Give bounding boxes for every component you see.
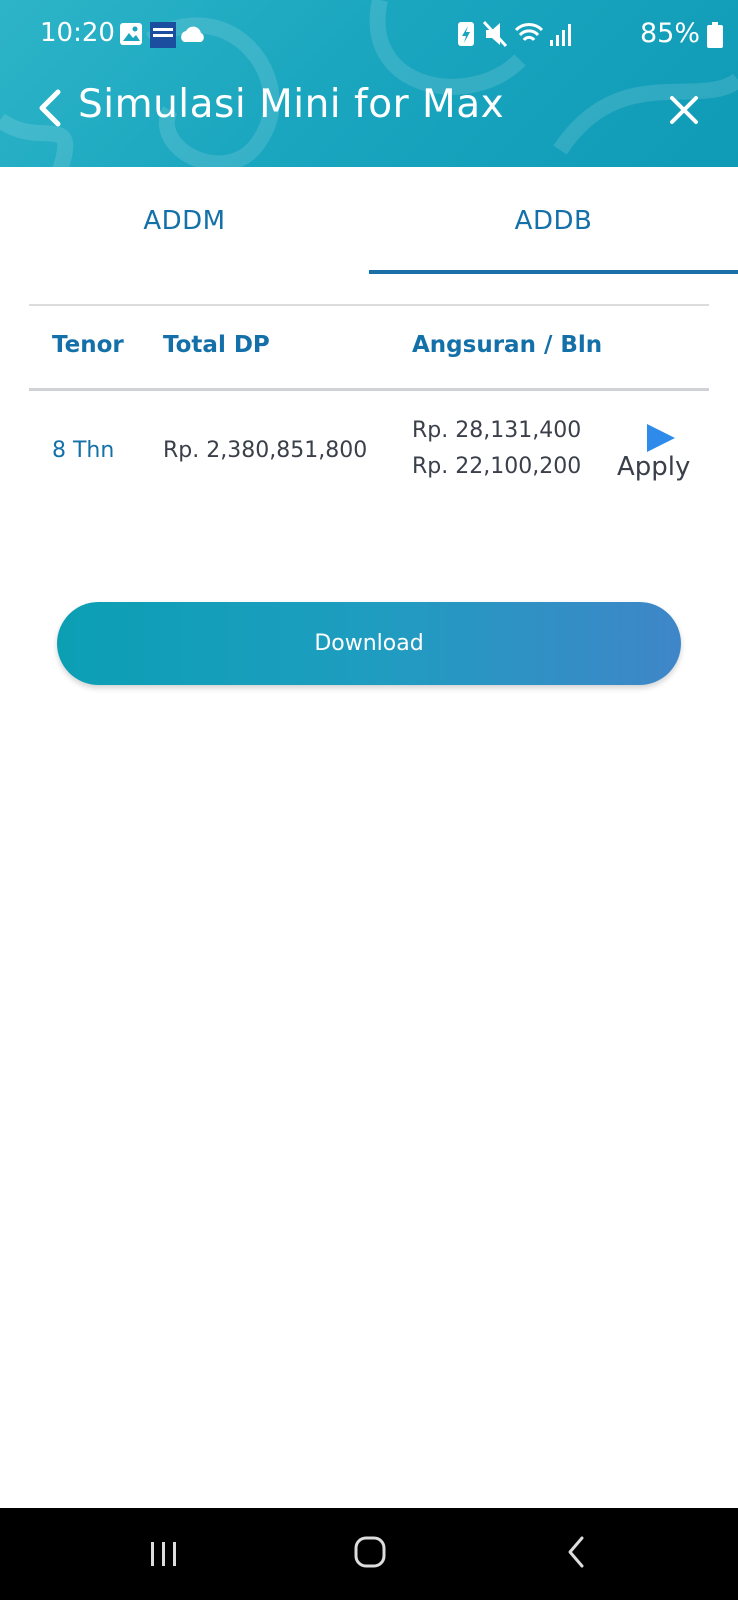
play-icon: [647, 424, 675, 452]
table-divider-top: [29, 304, 709, 306]
status-time: 10:20: [40, 18, 115, 48]
header-total-dp: Total DP: [163, 332, 270, 358]
cell-angsuran-1: Rp. 28,131,400: [412, 418, 582, 443]
battery-icon: [707, 22, 723, 48]
download-button[interactable]: Download: [57, 602, 681, 685]
header-angsuran: Angsuran / Bln: [412, 332, 603, 358]
tab-bar: ADDM ADDB: [0, 167, 738, 275]
page-title: Simulasi Mini for Max: [78, 82, 505, 127]
app-header: 10:20 85% Simulasi Mini for Max: [0, 0, 738, 167]
gallery-icon: [120, 23, 142, 45]
battery-percentage: 85%: [639, 18, 700, 49]
home-icon[interactable]: [352, 1534, 388, 1570]
app-notification-icon: [150, 22, 176, 48]
table-divider-header: [29, 388, 709, 391]
back-icon[interactable]: [562, 1532, 592, 1572]
recents-icon[interactable]: [146, 1536, 182, 1572]
status-left-icons: [120, 22, 204, 48]
active-tab-indicator: [369, 270, 738, 274]
status-bar: 10:20 85%: [0, 0, 738, 70]
mute-icon: [482, 20, 508, 48]
system-nav-bar: [0, 1508, 738, 1600]
apply-label: Apply: [617, 452, 691, 482]
chevron-left-icon[interactable]: [32, 86, 68, 130]
cloud-icon: [181, 26, 204, 42]
status-right-icons: [458, 20, 571, 48]
apply-button[interactable]: Apply: [613, 416, 709, 486]
close-icon[interactable]: [664, 90, 704, 130]
wifi-icon: [514, 23, 544, 42]
tab-addb[interactable]: ADDB: [369, 167, 738, 275]
cell-tenor: 8 Thn: [52, 438, 115, 463]
signal-icon: [550, 24, 571, 46]
tab-addm[interactable]: ADDM: [0, 167, 369, 275]
header-tenor: Tenor: [52, 332, 124, 358]
cell-angsuran-2: Rp. 22,100,200: [412, 454, 582, 479]
battery-saver-icon: [458, 22, 474, 46]
cell-total-dp: Rp. 2,380,851,800: [163, 438, 368, 463]
